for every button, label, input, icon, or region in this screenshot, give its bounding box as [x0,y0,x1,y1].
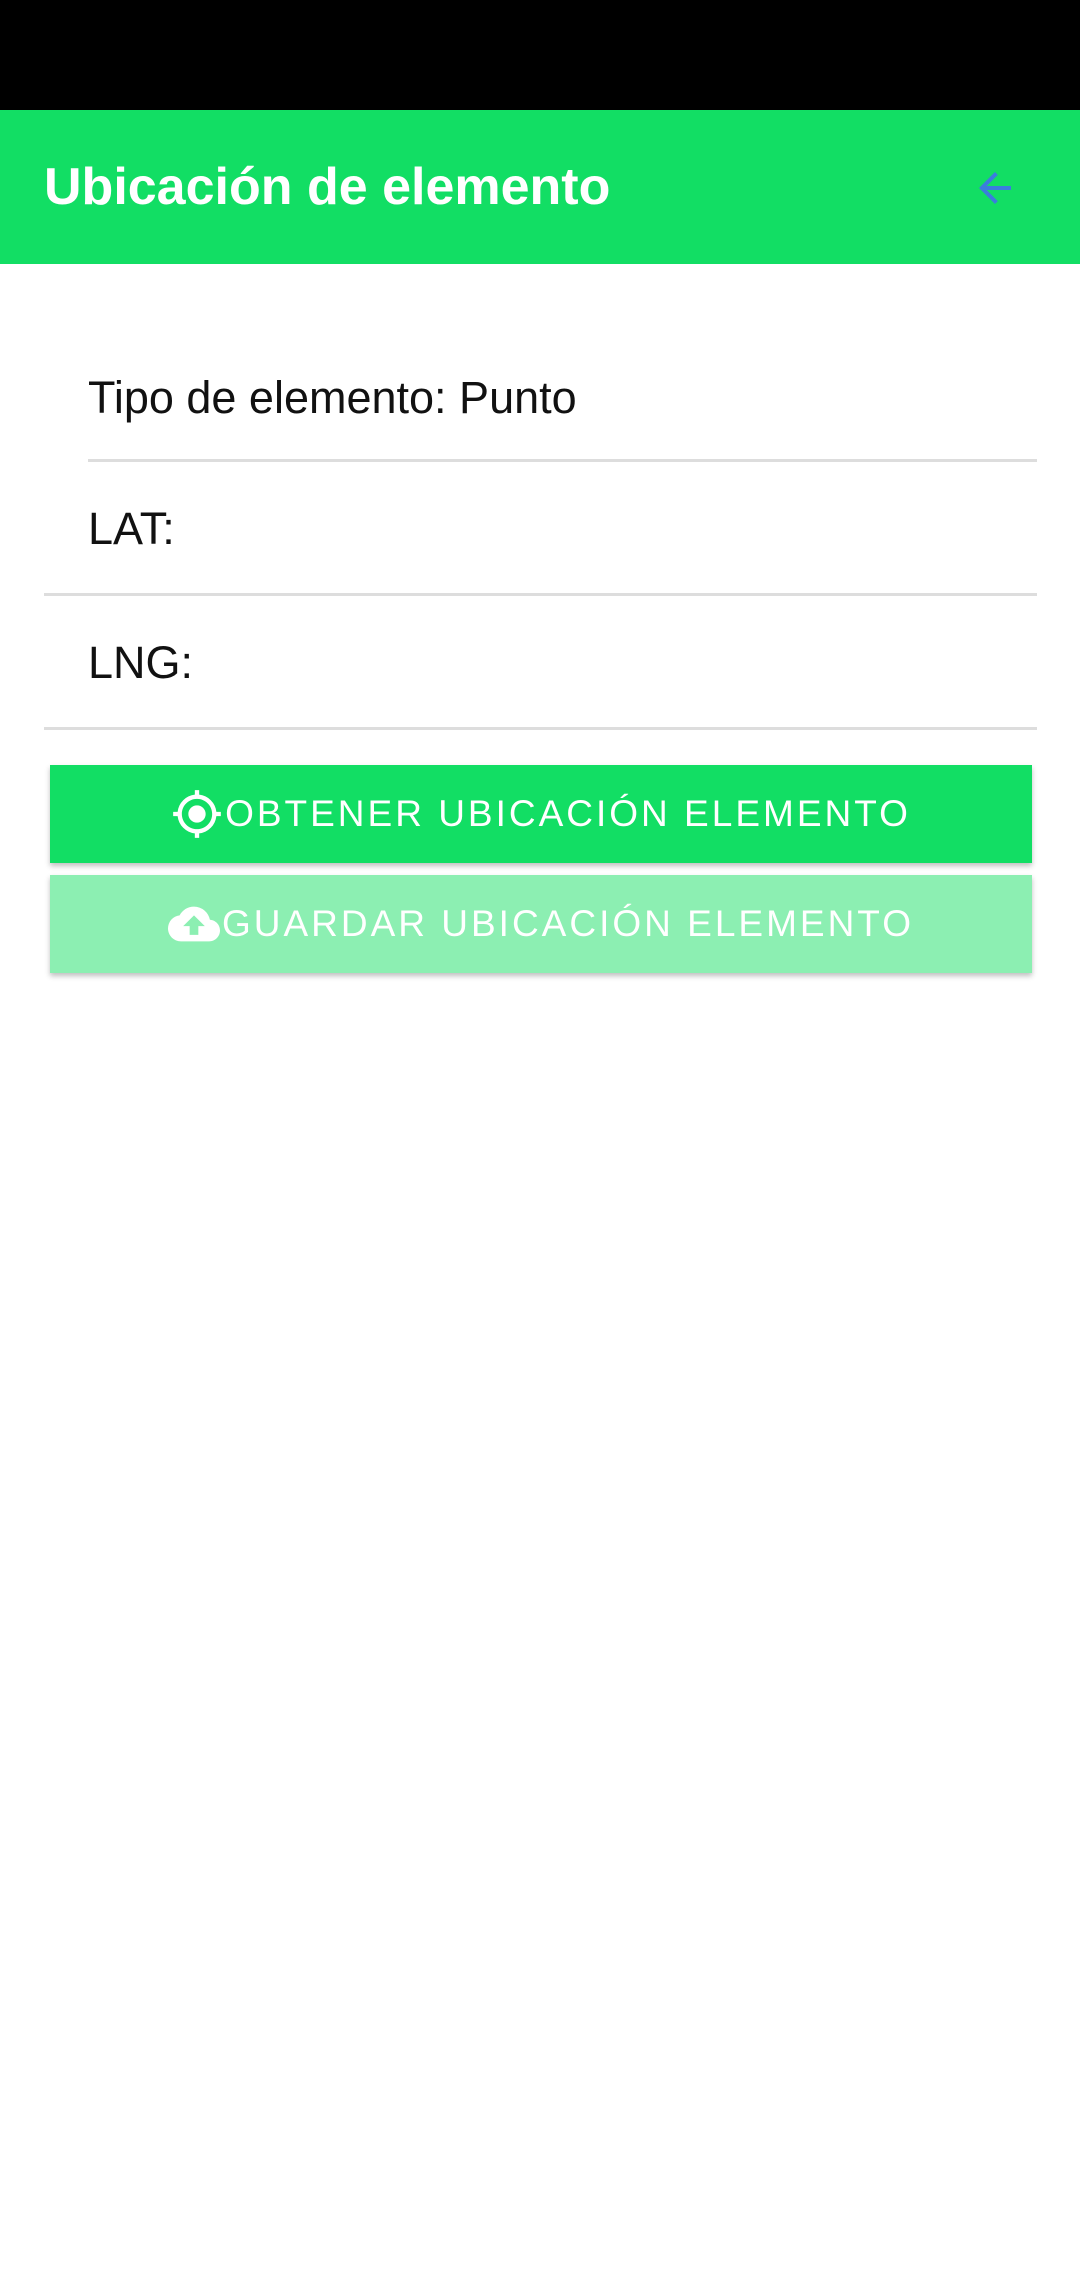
lat-row: LAT: [44,463,1036,595]
divider [88,459,1037,462]
divider [44,593,1037,596]
status-bar [0,0,1080,110]
element-type-label: Tipo de elemento: Punto [88,372,577,423]
save-location-button[interactable]: GUARDAR UBICACIÓN ELEMENTO [50,875,1032,973]
gps-target-icon [171,788,223,840]
lng-row: LNG: [44,597,1036,729]
lat-label: LAT: [88,503,175,554]
lng-label: LNG: [88,637,194,688]
arrow-back-icon [979,172,1011,204]
element-type-row: Tipo de elemento: Punto [44,332,1036,464]
cloud-upload-icon [167,898,220,950]
save-location-label: GUARDAR UBICACIÓN ELEMENTO [221,903,915,944]
app-bar: Ubicación de elemento [0,110,1080,264]
back-button[interactable] [955,148,1035,228]
page-title: Ubicación de elemento [44,158,611,216]
divider [44,727,1037,730]
get-location-button[interactable]: OBTENER UBICACIÓN ELEMENTO [50,765,1032,863]
get-location-label: OBTENER UBICACIÓN ELEMENTO [225,793,911,834]
